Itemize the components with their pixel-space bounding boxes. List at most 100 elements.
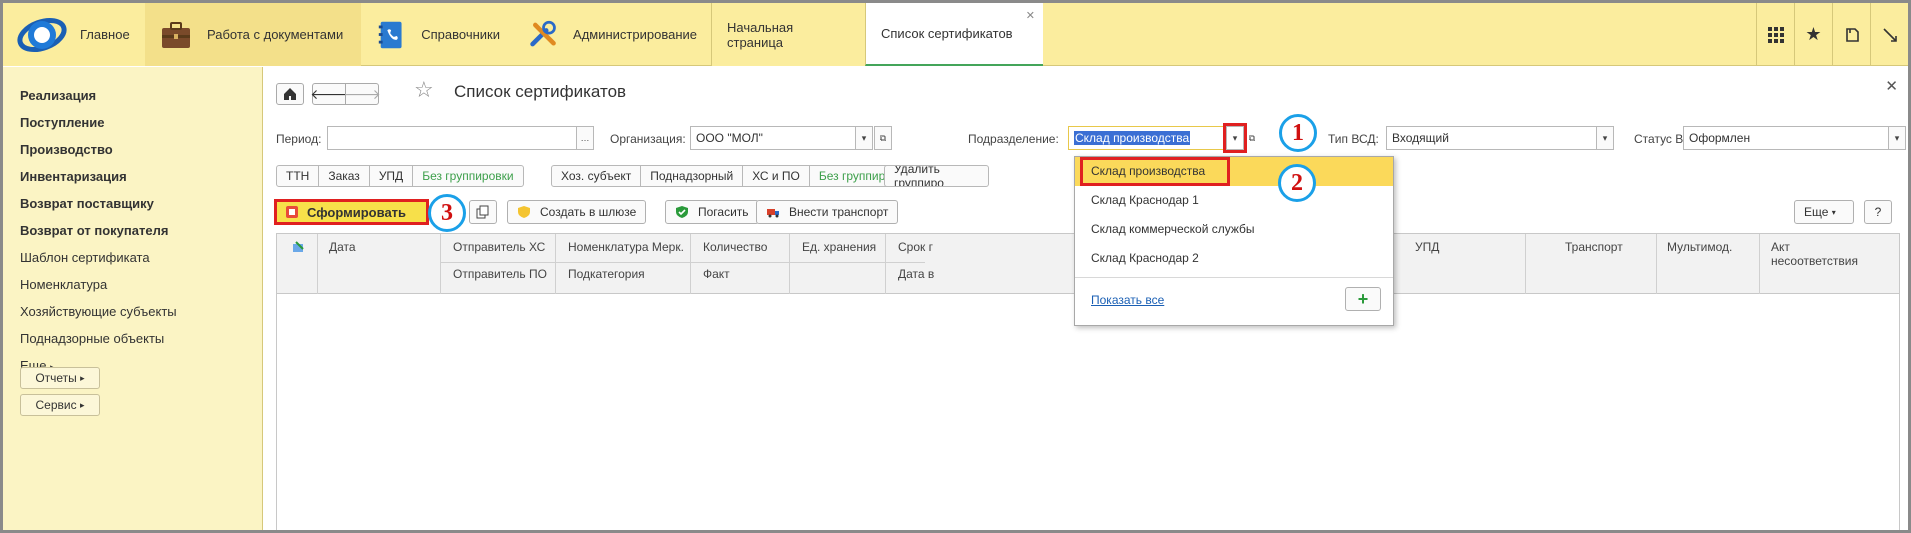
- section-administration[interactable]: Администрирование: [514, 3, 711, 66]
- delete-grouping-label: Удалить группиро: [894, 165, 944, 187]
- period-label: Период:: [276, 132, 322, 146]
- delete-grouping-button[interactable]: Удалить группиро: [884, 165, 989, 187]
- pencil-icon: [293, 241, 304, 252]
- add-division-button[interactable]: +: [1345, 287, 1381, 311]
- group-ttn[interactable]: ТТН: [277, 166, 320, 186]
- add-transport-label: Внести транспорт: [789, 205, 889, 219]
- group-supervised[interactable]: Поднадзорный: [641, 166, 744, 186]
- favorites-star-icon[interactable]: ★: [1794, 3, 1832, 66]
- col-sender-hs[interactable]: Отправитель ХС: [453, 240, 545, 254]
- home-button[interactable]: [276, 83, 304, 105]
- section-references[interactable]: Справочники: [361, 3, 514, 66]
- sidebar-item-receipts[interactable]: Поступление: [20, 115, 105, 130]
- division-option-krasnodar-1[interactable]: Склад Краснодар 1: [1075, 186, 1393, 215]
- sidebar-item-nomenclature[interactable]: Номенклатура: [20, 277, 107, 292]
- help-label: ?: [1874, 205, 1882, 219]
- main-area: 🡐 🡒 ☆ Список сертификатов ✕ Период: … Ор…: [264, 67, 1908, 530]
- vsd-status-dropdown-button[interactable]: ▾: [1888, 126, 1906, 150]
- period-select-button[interactable]: …: [576, 126, 594, 150]
- page-title: Список сертификатов: [454, 82, 627, 101]
- col-subcategory[interactable]: Подкатегория: [568, 267, 645, 281]
- app-window: Главное Работа с документами Справочники: [0, 0, 1911, 533]
- forward-button[interactable]: 🡒: [343, 83, 381, 105]
- favorite-star-icon[interactable]: ☆: [414, 77, 434, 103]
- col-fact[interactable]: Факт: [703, 267, 730, 281]
- form-button[interactable]: Сформировать: [274, 199, 429, 225]
- grouping-by-entity: Хоз. субъект Поднадзорный ХС и ПО Без гр…: [551, 165, 921, 187]
- group-business-entity[interactable]: Хоз. субъект: [552, 166, 642, 186]
- grouping-by-document: ТТН Заказ УПД Без группировки: [276, 165, 524, 187]
- copy-icon: [476, 205, 489, 219]
- organization-dropdown-button[interactable]: ▾: [855, 126, 873, 150]
- col-act[interactable]: Акт несоответствия: [1771, 240, 1858, 268]
- history-icon[interactable]: [1832, 3, 1870, 66]
- division-option-commercial[interactable]: Склад коммерческой службы: [1075, 215, 1393, 244]
- grid-menu-icon[interactable]: [1756, 3, 1794, 66]
- col-storage-unit[interactable]: Ед. хранения: [802, 240, 876, 254]
- callout-2: 2: [1278, 164, 1316, 202]
- arrow-right-icon: ▸: [80, 372, 85, 383]
- reports-button[interactable]: Отчеты ▸: [20, 367, 100, 389]
- truck-icon: [767, 209, 779, 218]
- col-sender-po[interactable]: Отправитель ПО: [453, 267, 547, 281]
- app-logo-icon: [17, 17, 67, 53]
- open-tabs: Начальная страница Список сертификатов ✕: [711, 3, 1043, 66]
- sidebar-item-supervised-objects[interactable]: Поднадзорные объекты: [20, 331, 164, 346]
- col-date[interactable]: Дата: [329, 240, 356, 254]
- sidebar-item-production[interactable]: Производство: [20, 142, 113, 157]
- shield-check-icon: [676, 206, 688, 218]
- col-nomenclature[interactable]: Номенклатура Мерк.: [568, 240, 684, 254]
- sidebar-item-business-entities[interactable]: Хозяйствующие субъекты: [20, 304, 177, 319]
- form-button-label: Сформировать: [307, 204, 407, 220]
- more-button[interactable]: Еще ▾: [1794, 200, 1854, 224]
- window-menu-icon[interactable]: [1870, 3, 1908, 66]
- marker-division-dropdown: [1223, 123, 1247, 153]
- home-section[interactable]: Главное: [3, 3, 145, 66]
- section-documents[interactable]: Работа с документами: [145, 3, 361, 66]
- period-field[interactable]: [327, 126, 577, 150]
- top-bar: Главное Работа с документами Справочники: [3, 3, 1908, 66]
- sidebar-item-return-supplier[interactable]: Возврат поставщику: [20, 196, 154, 211]
- group-hs-po[interactable]: ХС и ПО: [743, 166, 810, 186]
- col-act-line2: несоответствия: [1771, 254, 1858, 268]
- col-multimod[interactable]: Мультимод.: [1667, 240, 1732, 254]
- close-tab-icon[interactable]: ✕: [1026, 9, 1035, 22]
- tab-certificate-list[interactable]: Список сертификатов ✕: [865, 3, 1043, 66]
- col-transport[interactable]: Транспорт: [1565, 240, 1623, 254]
- tab-start-page-label: Начальная страница: [727, 19, 794, 50]
- col-quantity[interactable]: Количество: [703, 240, 767, 254]
- sidebar-item-return-buyer[interactable]: Возврат от покупателя: [20, 223, 168, 238]
- tab-start-page[interactable]: Начальная страница: [711, 3, 865, 66]
- division-field[interactable]: Склад производства: [1068, 126, 1226, 150]
- form-doc-icon: [286, 206, 298, 218]
- col-upd[interactable]: УПД: [1415, 240, 1439, 254]
- create-in-gateway-button[interactable]: Создать в шлюзе: [507, 200, 647, 224]
- add-transport-button[interactable]: Внести транспорт: [756, 200, 899, 224]
- repay-label: Погасить: [698, 205, 749, 219]
- section-documents-label: Работа с документами: [207, 27, 344, 42]
- service-button[interactable]: Сервис ▸: [20, 394, 100, 416]
- sidebar-item-inventory[interactable]: Инвентаризация: [20, 169, 127, 184]
- vsd-type-dropdown-button[interactable]: ▾: [1596, 126, 1614, 150]
- vsd-status-field[interactable]: Оформлен: [1683, 126, 1889, 150]
- group-none-1[interactable]: Без группировки: [413, 166, 522, 186]
- sidebar-item-certificate-template[interactable]: Шаблон сертификата: [20, 250, 150, 265]
- sidebar: Реализация Поступление Производство Инве…: [3, 67, 263, 530]
- group-order[interactable]: Заказ: [319, 166, 370, 186]
- home-label: Главное: [80, 27, 130, 42]
- help-button[interactable]: ?: [1864, 200, 1892, 224]
- organization-field[interactable]: ООО "МОЛ": [690, 126, 856, 150]
- group-upd[interactable]: УПД: [370, 166, 414, 186]
- organization-open-button[interactable]: ⧉: [874, 126, 892, 150]
- col-term[interactable]: Срок г: [898, 240, 933, 254]
- col-date-b[interactable]: Дата в: [898, 267, 934, 281]
- close-form-icon[interactable]: ✕: [1885, 77, 1898, 95]
- show-all-link[interactable]: Показать все: [1091, 293, 1164, 307]
- vsd-type-field[interactable]: Входящий: [1386, 126, 1597, 150]
- sidebar-item-sales[interactable]: Реализация: [20, 88, 96, 103]
- repay-button[interactable]: Погасить: [665, 200, 759, 224]
- back-button[interactable]: 🡐: [310, 83, 348, 105]
- section-administration-label: Администрирование: [573, 27, 697, 42]
- division-option-krasnodar-2[interactable]: Склад Краснодар 2: [1075, 244, 1393, 273]
- copy-button[interactable]: [469, 200, 497, 224]
